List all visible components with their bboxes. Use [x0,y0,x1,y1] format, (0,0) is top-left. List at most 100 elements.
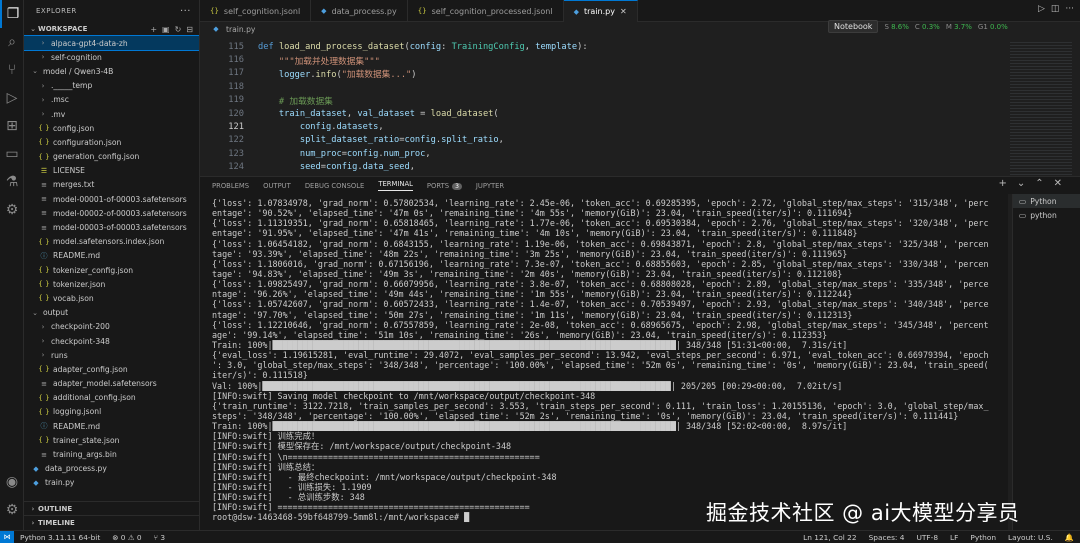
extensions-icon[interactable]: ⊞ [0,112,24,140]
terminal-line: steps': '348/348', 'percentage': '100.00… [212,410,959,421]
tree-item[interactable]: ≡ training_args.bin [24,447,199,461]
new-file-icon[interactable]: + [150,25,157,34]
tab-output[interactable]: OUTPUT [263,182,291,190]
code-line[interactable]: 119 # 加载数据集 [200,94,1010,107]
tab-train-py[interactable]: ◆ train.py ✕ [563,0,638,22]
account-icon[interactable]: ◉ [0,468,24,496]
tab-debug-console[interactable]: DEBUG CONSOLE [305,182,365,190]
tree-item[interactable]: { } additional_config.json [24,391,199,405]
terminal-instance[interactable]: ▭ python [1013,208,1080,222]
terminal-icon: ▭ [1019,210,1027,220]
split-editor-icon[interactable]: ◫ [1051,4,1060,14]
tree-item[interactable]: › runs [24,348,199,362]
run-debug-icon[interactable]: ▷ [0,84,24,112]
tree-item[interactable]: { } generation_config.json [24,150,199,164]
terminal-dropdown-icon[interactable]: ⌄ [1017,178,1025,189]
manage-gear-icon[interactable]: ⚙ [0,496,24,524]
terminal-instance[interactable]: ▭ Python [1013,194,1080,208]
code-line[interactable]: 122 split_dataset_ratio=config.split_rat… [200,134,1010,147]
status-left-item[interactable]: ⊗ 0 ⚠ 0 [106,533,147,542]
timeline-section[interactable]: › TIMELINE [24,515,199,529]
code-line[interactable]: 124 seed=config.data_seed, [200,161,1010,174]
new-folder-icon[interactable]: ▣ [162,25,170,34]
tree-item[interactable]: ≡ model-00001-of-00003.safetensors [24,192,199,206]
code-line[interactable]: 116 """加载并处理数据集""" [200,53,1010,67]
status-right-item[interactable]: Python [964,533,1002,542]
bell-icon[interactable]: 🔔 [1059,533,1080,542]
code-line[interactable]: 117 logger.info("加载数据集...") [200,67,1010,80]
tree-item[interactable]: { } tokenizer_config.json [24,263,199,277]
status-left-item[interactable]: Python 3.11.11 64-bit [14,533,106,542]
tree-item[interactable]: ☰ LICENSE [24,164,199,178]
tree-item[interactable]: { } logging.jsonl [24,405,199,419]
status-right-item[interactable]: LF [944,533,964,542]
code-line[interactable]: 115 def load_and_process_dataset(config: … [200,40,1010,53]
tree-item[interactable]: { } config.json [24,121,199,135]
tree-item[interactable]: ◆ data_process.py [24,462,199,476]
code-line[interactable]: 121 config.datasets, [200,120,1010,133]
tree-item[interactable]: › self-cognition [24,50,199,64]
tree-item[interactable]: › checkpoint-348 [24,334,199,348]
tree-item[interactable]: ≡ merges.txt [24,178,199,192]
tree-item[interactable]: ⓘ README.md [24,419,199,433]
tab-terminal[interactable]: TERMINAL [378,180,413,191]
source-control-icon[interactable]: ⑂ [0,56,24,84]
more-icon[interactable]: ··· [1065,4,1074,14]
tree-item[interactable]: ≡ model-00003-of-00003.safetensors [24,220,199,234]
search-icon[interactable]: ⌕ [0,28,24,56]
tree-item[interactable]: { } adapter_config.json [24,362,199,376]
tab-jupyter[interactable]: JUPYTER [476,182,504,190]
status-right-item[interactable]: Ln 121, Col 22 [797,533,862,542]
close-icon[interactable]: ✕ [620,7,627,16]
chevron-right-icon: › [41,39,45,48]
terminal-line: [INFO:swift] - 训练损失: 1.1909 [212,481,372,492]
status-right-item[interactable]: Layout: U.S. [1002,533,1059,542]
code-line[interactable]: 118 [200,80,1010,93]
workspace-section[interactable]: ⌄ WORKSPACE + ▣ ↻ ⊟ [24,22,199,36]
minimap[interactable] [1010,40,1072,176]
new-terminal-icon[interactable]: + [998,178,1006,189]
run-icon[interactable]: ▷ [1038,4,1045,14]
tree-item[interactable]: { } tokenizer.json [24,277,199,291]
settings-sync-icon[interactable]: ⚙ [0,196,24,224]
terminal-output[interactable]: {'loss': 1.07834978, 'grad_norm': 0.5780… [200,194,1008,530]
tree-item[interactable]: › ._____temp [24,79,199,93]
tree-item[interactable]: › checkpoint-200 [24,320,199,334]
tab-self-cognition-jsonl[interactable]: {} self_cognition.jsonl [200,0,312,22]
notebook-button[interactable]: Notebook [828,20,879,33]
tree-item[interactable]: › alpaca-gpt4-data-zh [24,34,199,52]
status-right-item[interactable]: Spaces: 4 [863,533,911,542]
outline-section[interactable]: › OUTLINE [24,501,199,515]
files-icon[interactable]: ❐ [0,0,24,28]
tree-item[interactable]: { } vocab.json [24,291,199,305]
maximize-panel-icon[interactable]: ⌃ [1035,178,1043,189]
tree-item[interactable]: { } configuration.json [24,135,199,149]
close-panel-icon[interactable]: ✕ [1054,178,1062,189]
tree-item[interactable]: { } model.safetensors.index.json [24,235,199,249]
tree-item[interactable]: ⌄ output [24,306,199,320]
remote-icon[interactable]: ⋈ [0,530,14,543]
terminal-line: Val: 100%|██████████████████████████████… [212,380,843,391]
tab-self-cognition-processed-jsonl[interactable]: {} self_cognition_processed.jsonl [408,0,564,22]
tree-item[interactable]: › .mv [24,107,199,121]
status-left-item[interactable]: ⑂ 3 [148,533,172,542]
code-editor[interactable]: 115 def load_and_process_dataset(config: … [200,40,1010,176]
tab-data-process-py[interactable]: ◆ data_process.py [311,0,408,22]
tab-problems[interactable]: PROBLEMS [212,182,249,190]
tree-item[interactable]: ◆ train.py [24,476,199,490]
refresh-icon[interactable]: ↻ [175,25,182,34]
code-line[interactable]: 123 num_proc=config.num_proc, [200,147,1010,160]
tree-item[interactable]: { } trainer_state.json [24,433,199,447]
collapse-all-icon[interactable]: ⊟ [186,25,193,34]
tree-item[interactable]: › .msc [24,93,199,107]
tree-item[interactable]: ≡ adapter_model.safetensors [24,377,199,391]
tree-item[interactable]: ⓘ README.md [24,249,199,263]
testing-icon[interactable]: ⚗ [0,168,24,196]
tab-ports[interactable]: PORTS 3 [427,182,462,190]
tree-item[interactable]: ⌄ model / Qwen3-4B [24,64,199,78]
status-right-item[interactable]: UTF-8 [910,533,944,542]
remote-explorer-icon[interactable]: ▭ [0,140,24,168]
more-actions-icon[interactable]: ··· [180,6,191,17]
code-line[interactable]: 120 train_dataset, val_dataset = load_da… [200,107,1010,120]
tree-item[interactable]: ≡ model-00002-of-00003.safetensors [24,206,199,220]
